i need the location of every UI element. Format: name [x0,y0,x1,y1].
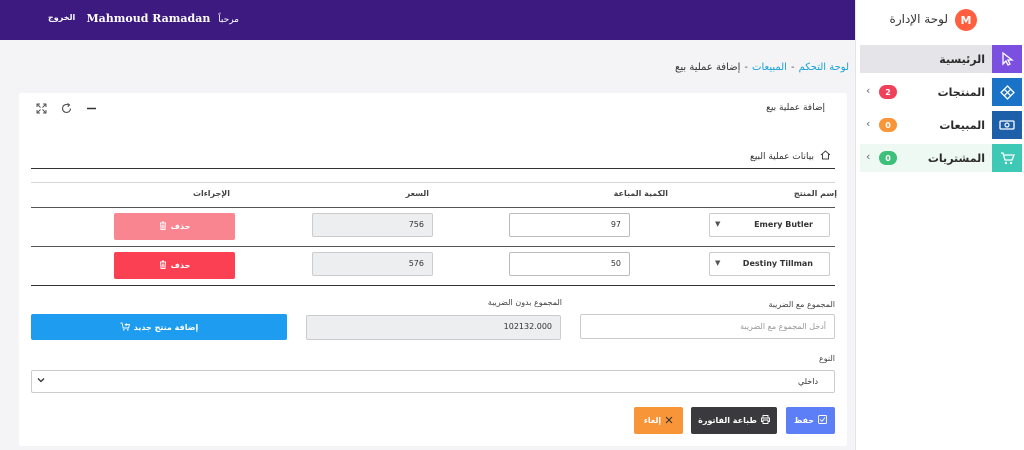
check-square-icon [818,415,827,426]
total-with-tax-label: المجموع مع الضريبة [768,300,835,309]
breadcrumb-current: إضافة عملية بيع [675,62,741,73]
chevron-left-icon: ‹ [866,150,871,163]
money-icon [992,111,1022,139]
expand-icon[interactable] [36,103,47,117]
product-select[interactable]: Destiny Tillman ▼ [709,252,830,276]
brand-logo-icon: M [955,9,977,31]
sidebar-menu: الرئيسية المنتجات 2 ‹ المبيعات 0 ‹ المشت… [860,45,1022,177]
breadcrumb-separator: - [790,62,795,73]
sale-form-card: إضافة عملية بيع بيانات عملية البيع إسم ا… [19,93,847,446]
product-select-value: Destiny Tillman [742,259,813,268]
top-navbar: مرحباً Mahmoud Ramadan الخروج [0,0,855,40]
total-without-tax-label: المجموع بدون الضريبة [487,298,562,307]
section-title: بيانات عملية البيع [750,150,831,163]
add-product-label: إضافة منتج جديد [133,322,199,332]
trash-icon [159,260,167,271]
quantity-input[interactable]: 50 [509,252,630,276]
trash-icon [159,221,167,232]
sidebar-item-label: المشتريات [927,152,985,165]
dropdown-arrow-icon: ▼ [715,220,721,228]
printer-icon [760,415,770,426]
delete-button[interactable]: حذف [114,213,235,240]
sidebar: M لوحة الإدارة الرئيسية المنتجات 2 ‹ الم… [855,0,1024,450]
welcome-message: مرحباً Mahmoud Ramadan [86,12,239,25]
collapse-icon[interactable] [86,103,97,117]
breadcrumb-separator: - [744,62,749,73]
section-title-text: بيانات عملية البيع [750,151,814,162]
column-header-actions: الإجراءات [192,189,230,198]
count-badge: 0 [879,151,897,165]
delete-label: حذف [170,261,191,270]
column-header-price: السعر [405,189,429,198]
cart-plus-icon [120,322,130,333]
add-product-button[interactable]: إضافة منتج جديد [31,314,287,340]
divider [31,168,835,169]
close-icon [665,416,673,426]
logout-link[interactable]: الخروج [48,13,75,22]
brand[interactable]: M لوحة الإدارة [855,0,1024,40]
refresh-icon[interactable] [61,103,72,117]
chevron-down-icon [37,376,45,386]
card-tools [36,103,97,117]
cursor-icon [992,45,1022,73]
sidebar-item-products[interactable]: المنتجات 2 ‹ [860,78,1022,106]
delete-label: حذف [170,222,191,231]
product-select-value: Emery Butler [754,220,813,229]
cancel-label: إلغاء [643,416,662,425]
sidebar-item-purchases[interactable]: المشتريات 0 ‹ [860,144,1022,172]
type-select[interactable]: داخلي [31,370,835,393]
divider [31,182,835,183]
user-name: Mahmoud Ramadan [86,12,211,25]
greeting-text: مرحباً [218,15,239,25]
breadcrumb: لوحة التحكم-المبيعات-إضافة عملية بيع [675,62,849,73]
cancel-button[interactable]: إلغاء [634,407,683,434]
sidebar-item-home[interactable]: الرئيسية [860,45,1022,73]
save-button[interactable]: حفظ [786,407,835,434]
total-with-tax-input[interactable]: أدخل المجموع مع الضريبة [580,314,835,339]
sidebar-item-label: المبيعات [939,119,985,132]
print-label: طباعة الفاتورة [698,416,757,425]
print-invoice-button[interactable]: طباعة الفاتورة [691,407,777,434]
dropdown-arrow-icon: ▼ [715,259,721,267]
count-badge: 0 [879,118,897,132]
chevron-left-icon: ‹ [866,84,871,97]
quantity-input[interactable]: 97 [509,213,630,237]
layers-icon [992,78,1022,106]
save-label: حفظ [793,416,815,425]
sidebar-item-label: المنتجات [937,86,985,99]
type-label: النوع [819,354,835,363]
sidebar-item-label: الرئيسية [939,53,985,66]
table-row-divider [31,246,835,247]
divider [31,285,835,286]
breadcrumb-home[interactable]: لوحة التحكم [799,62,849,73]
total-without-tax-field: 102132.000 [306,315,561,340]
sidebar-item-sales[interactable]: المبيعات 0 ‹ [860,111,1022,139]
delete-button[interactable]: حذف [114,252,235,279]
chevron-left-icon: ‹ [866,117,871,130]
home-icon [820,150,831,163]
price-field: 756 [312,213,433,237]
breadcrumb-sales[interactable]: المبيعات [752,62,787,73]
column-header-product: إسم المنتج [793,189,837,198]
price-field: 576 [312,252,433,276]
product-select[interactable]: Emery Butler ▼ [709,213,830,237]
column-header-qty: الكمية المباعة [613,189,668,198]
brand-title: لوحة الإدارة [889,12,948,26]
type-select-value: داخلي [797,377,818,386]
table-divider [31,207,835,208]
cart-icon [992,144,1022,172]
card-title: إضافة عملية بيع [766,103,825,113]
count-badge: 2 [879,85,897,99]
